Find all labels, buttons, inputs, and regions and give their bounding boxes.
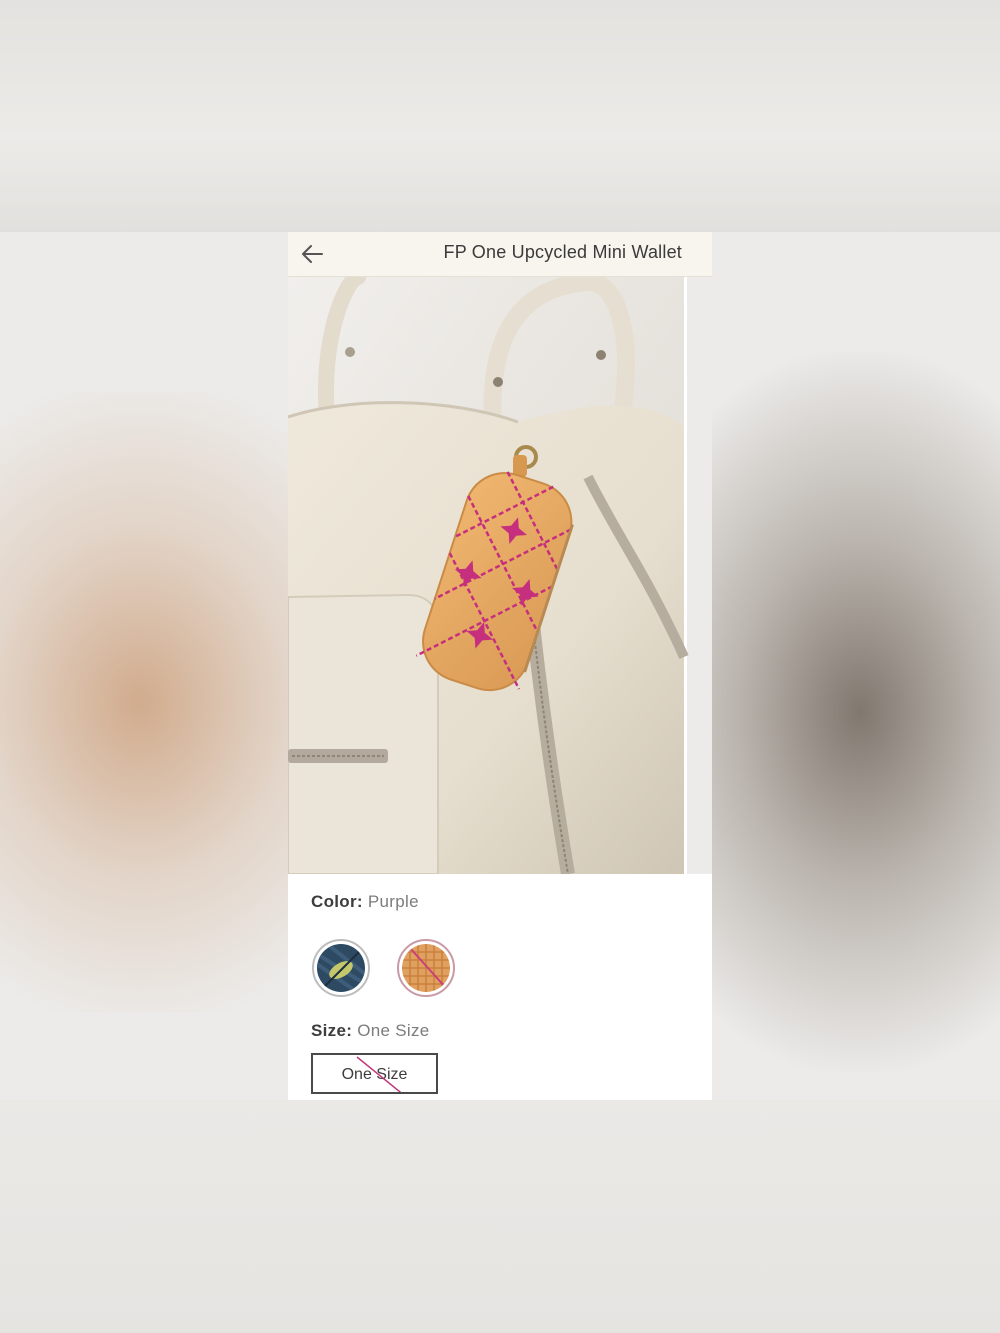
arrow-left-icon[interactable]	[300, 242, 326, 266]
strike-line-icon	[356, 1056, 402, 1092]
page-title: FP One Upcycled Mini Wallet	[443, 242, 682, 262]
size-value: One Size	[357, 1021, 430, 1040]
size-label: Size:	[311, 1021, 353, 1040]
size-button-one-size[interactable]: One Size	[311, 1053, 438, 1094]
product-screen: FP One Upcycled Mini Wallet Color: Purpl…	[288, 232, 712, 1100]
color-value: Purple	[367, 892, 419, 911]
denim-swatch[interactable]	[312, 939, 370, 997]
size-option-label: Size: One Size	[311, 1021, 430, 1041]
top-bar: FP One Upcycled Mini Wallet	[288, 232, 712, 277]
product-image[interactable]	[288, 277, 712, 874]
backdrop-top	[0, 0, 1000, 232]
color-label: Color:	[311, 892, 363, 911]
orange-swatch[interactable]	[397, 939, 455, 997]
color-option-label: Color: Purple	[311, 892, 419, 912]
backdrop-bottom	[0, 1100, 1000, 1333]
